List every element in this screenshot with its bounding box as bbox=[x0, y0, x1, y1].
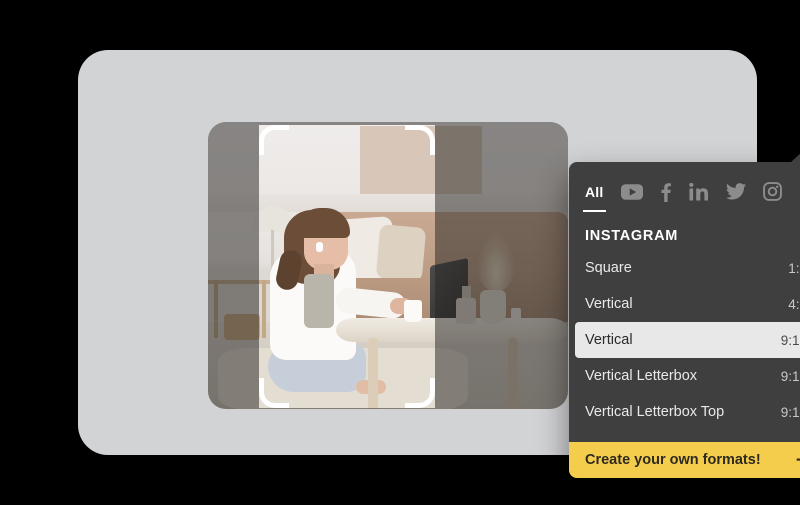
format-name: Vertical bbox=[585, 332, 633, 348]
scene-mug bbox=[404, 300, 422, 322]
formats-list: Square 1:1 Vertical 4:5 Vertical 9:16 Ve… bbox=[569, 250, 800, 430]
format-ratio: 9:16 bbox=[780, 368, 800, 384]
tab-facebook[interactable] bbox=[660, 179, 672, 205]
formats-section-title: INSTAGRAM bbox=[585, 228, 679, 244]
format-row-vertical-letterbox-top[interactable]: Vertical Letterbox Top 9:16 bbox=[575, 394, 800, 430]
tab-linkedin[interactable] bbox=[688, 179, 709, 205]
scene-table-leg bbox=[368, 338, 378, 409]
create-own-formats-label: Create your own formats! bbox=[585, 452, 761, 468]
format-ratio: 9:16 bbox=[780, 332, 800, 348]
scene-earbud bbox=[316, 242, 323, 252]
tab-active-underline bbox=[583, 209, 606, 212]
linkedin-icon bbox=[688, 182, 709, 201]
facebook-icon bbox=[660, 182, 672, 202]
format-ratio: 1:1 bbox=[788, 260, 800, 276]
crop-dim-right bbox=[435, 122, 568, 409]
format-ratio: 9:16 bbox=[780, 404, 800, 420]
format-name: Vertical Letterbox Top bbox=[585, 404, 725, 420]
twitter-icon bbox=[725, 183, 746, 200]
network-tab-bar: All bbox=[569, 162, 800, 212]
tab-instagram[interactable] bbox=[762, 179, 782, 205]
app-window-card: All INSTAGRAM Square 1: Vertical 4: Vert… bbox=[78, 50, 800, 478]
create-own-formats-button[interactable]: Create your own formats! + bbox=[569, 442, 800, 478]
instagram-icon bbox=[762, 182, 782, 201]
format-name: Vertical Letterbox bbox=[585, 368, 698, 384]
format-name: Square bbox=[585, 260, 632, 276]
tab-all-label: All bbox=[585, 183, 604, 200]
format-name: Vertical bbox=[585, 296, 633, 312]
crop-dim-top bbox=[259, 122, 435, 125]
plus-icon: + bbox=[796, 451, 800, 470]
format-row-square[interactable]: Square 1:1 bbox=[575, 250, 800, 286]
video-preview-canvas[interactable] bbox=[208, 122, 568, 409]
tab-twitter[interactable] bbox=[725, 179, 746, 205]
format-row-vertical-letterbox[interactable]: Vertical Letterbox 9:16 bbox=[575, 358, 800, 394]
youtube-icon bbox=[620, 183, 643, 200]
format-ratio: 4:5 bbox=[788, 296, 800, 312]
format-row-vertical-9-16[interactable]: Vertical 9:16 bbox=[575, 322, 800, 358]
scene-shelf-leg bbox=[262, 280, 266, 338]
scene-cushion bbox=[375, 224, 427, 282]
tab-youtube[interactable] bbox=[620, 179, 643, 205]
formats-dropdown-panel: All INSTAGRAM Square 1: Vertical 4: Vert… bbox=[569, 151, 800, 478]
dropdown-notch-arrow bbox=[790, 151, 800, 163]
screenshot-root: All INSTAGRAM Square 1: Vertical 4: Vert… bbox=[0, 0, 800, 505]
tab-all[interactable]: All bbox=[583, 179, 606, 212]
format-row-vertical-4-5[interactable]: Vertical 4:5 bbox=[575, 286, 800, 322]
crop-dim-bottom bbox=[259, 408, 435, 409]
crop-dim-left bbox=[208, 122, 259, 409]
scene-person-top bbox=[304, 274, 334, 328]
